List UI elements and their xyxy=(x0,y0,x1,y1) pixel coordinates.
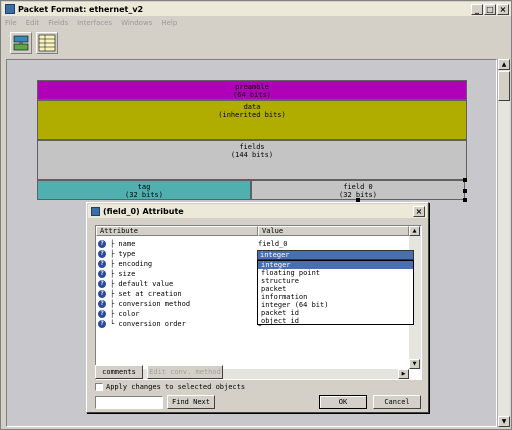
field-fields-name: fields xyxy=(239,143,265,151)
field-tag-name: tag xyxy=(137,183,151,191)
menu-fields[interactable]: Fields xyxy=(48,19,68,27)
menu-file[interactable]: File xyxy=(5,19,17,27)
field-data-size: (inherited bits) xyxy=(218,111,286,119)
app-icon xyxy=(5,4,15,14)
minimize-button[interactable]: _ xyxy=(471,3,483,15)
help-icon[interactable]: ? xyxy=(98,270,106,278)
field-preamble-size: (64 bits) xyxy=(233,91,271,99)
network-icon xyxy=(13,35,29,51)
type-combo[interactable]: integer xyxy=(257,250,414,260)
help-icon[interactable]: ? xyxy=(98,290,106,298)
table-scroll-down-button[interactable]: ▼ xyxy=(409,359,420,369)
field-data-name: data xyxy=(243,103,261,111)
field-fields[interactable]: fields (144 bits) xyxy=(37,140,467,180)
field-preamble[interactable]: preamble (64 bits) xyxy=(37,80,467,100)
comments-button[interactable]: comments xyxy=(95,365,143,379)
menu-bar: File Edit Fields Interfaces Windows Help xyxy=(2,17,177,28)
attribute-name: ├ type xyxy=(110,250,136,258)
apply-checkbox-label[interactable]: Apply changes to selected objects xyxy=(106,383,245,391)
field-field0-name: field 0 xyxy=(343,183,373,191)
attribute-name: ├ name xyxy=(110,240,136,248)
column-header-attribute[interactable]: Attribute xyxy=(96,226,258,236)
field-field0[interactable]: field 0 (32 bits) xyxy=(251,180,465,200)
type-option[interactable]: structure xyxy=(258,277,413,285)
help-icon[interactable]: ? xyxy=(98,320,106,328)
table-header: Attribute Value xyxy=(96,226,409,236)
main-window: Packet Format: ethernet_v2 _ □ × File Ed… xyxy=(0,0,512,430)
menu-edit[interactable]: Edit xyxy=(26,19,40,27)
help-icon[interactable]: ? xyxy=(98,260,106,268)
help-icon[interactable]: ? xyxy=(98,300,106,308)
type-option[interactable]: floating point xyxy=(258,269,413,277)
attribute-name: ├ conversion method xyxy=(110,300,191,308)
edit-conversion-method-button: Edit conv. method xyxy=(147,365,223,379)
table-scroll-up-button[interactable]: ▲ xyxy=(409,226,420,236)
selection-handle[interactable] xyxy=(463,198,467,202)
scroll-down-button[interactable]: ▼ xyxy=(498,416,510,427)
network-tool-button[interactable] xyxy=(10,32,32,54)
column-header-value[interactable]: Value xyxy=(258,226,409,236)
find-input[interactable] xyxy=(95,396,163,409)
canvas-vertical-scrollbar[interactable]: ▲ ▼ xyxy=(497,59,510,427)
selection-handle[interactable] xyxy=(463,189,467,193)
field-data[interactable]: data (inherited bits) xyxy=(37,100,467,140)
field-tag-size: (32 bits) xyxy=(125,191,163,199)
close-button[interactable]: × xyxy=(497,3,509,15)
type-dropdown-list[interactable]: integer floating point structure packet … xyxy=(257,260,414,325)
attribute-name: ├ set at creation xyxy=(110,290,182,298)
dialog-icon xyxy=(91,206,100,216)
title-bar: Packet Format: ethernet_v2 _ □ × xyxy=(2,2,511,16)
scroll-thumb[interactable] xyxy=(498,71,510,101)
type-option[interactable]: integer (64 bit) xyxy=(258,301,413,309)
field-preamble-name: preamble xyxy=(235,83,269,91)
type-option[interactable]: information xyxy=(258,293,413,301)
type-option[interactable]: integer xyxy=(258,261,413,269)
type-option[interactable]: object id xyxy=(258,317,413,325)
table-scroll-right-button[interactable]: ▶ xyxy=(398,369,409,379)
dialog-title-bar: (field_0) Attribute × xyxy=(88,204,427,218)
table-row[interactable]: ? ├ name field_0 xyxy=(96,239,409,249)
attribute-dialog: (field_0) Attribute × Attribute Value ? … xyxy=(86,202,429,413)
type-option[interactable]: packet xyxy=(258,285,413,293)
dialog-close-button[interactable]: × xyxy=(413,205,425,217)
field-tag[interactable]: tag (32 bits) xyxy=(37,180,251,200)
find-next-button[interactable]: Find Next xyxy=(167,395,215,409)
menu-help[interactable]: Help xyxy=(161,19,177,27)
dialog-title: (field_0) Attribute xyxy=(103,206,184,216)
attribute-name: ├ color xyxy=(110,310,140,318)
attribute-name: ├ size xyxy=(110,270,136,278)
menu-interfaces[interactable]: Interfaces xyxy=(77,19,112,27)
toolbar xyxy=(2,30,58,56)
help-icon[interactable]: ? xyxy=(98,280,106,288)
attribute-value[interactable]: field_0 xyxy=(258,239,288,249)
help-icon[interactable]: ? xyxy=(98,250,106,258)
attribute-name: └ conversion order xyxy=(110,320,186,328)
window-title: Packet Format: ethernet_v2 xyxy=(18,4,144,14)
field-fields-size: (144 bits) xyxy=(230,151,274,159)
attribute-name: ├ encoding xyxy=(110,260,153,268)
apply-selected-checkbox[interactable]: Apply changes to selected objects xyxy=(95,383,245,391)
ok-button[interactable]: OK xyxy=(319,395,367,409)
scroll-up-button[interactable]: ▲ xyxy=(498,59,510,70)
type-option[interactable]: packet id xyxy=(258,309,413,317)
table-icon xyxy=(38,34,56,52)
help-icon[interactable]: ? xyxy=(98,310,106,318)
menu-windows[interactable]: Windows xyxy=(121,19,152,27)
attribute-name: ├ default value xyxy=(110,280,174,288)
help-icon[interactable]: ? xyxy=(98,240,106,248)
table-tool-button[interactable] xyxy=(36,32,58,54)
selection-handle[interactable] xyxy=(463,178,467,182)
maximize-button[interactable]: □ xyxy=(484,3,496,15)
cancel-button[interactable]: Cancel xyxy=(373,395,421,409)
checkbox-box[interactable] xyxy=(95,383,103,391)
